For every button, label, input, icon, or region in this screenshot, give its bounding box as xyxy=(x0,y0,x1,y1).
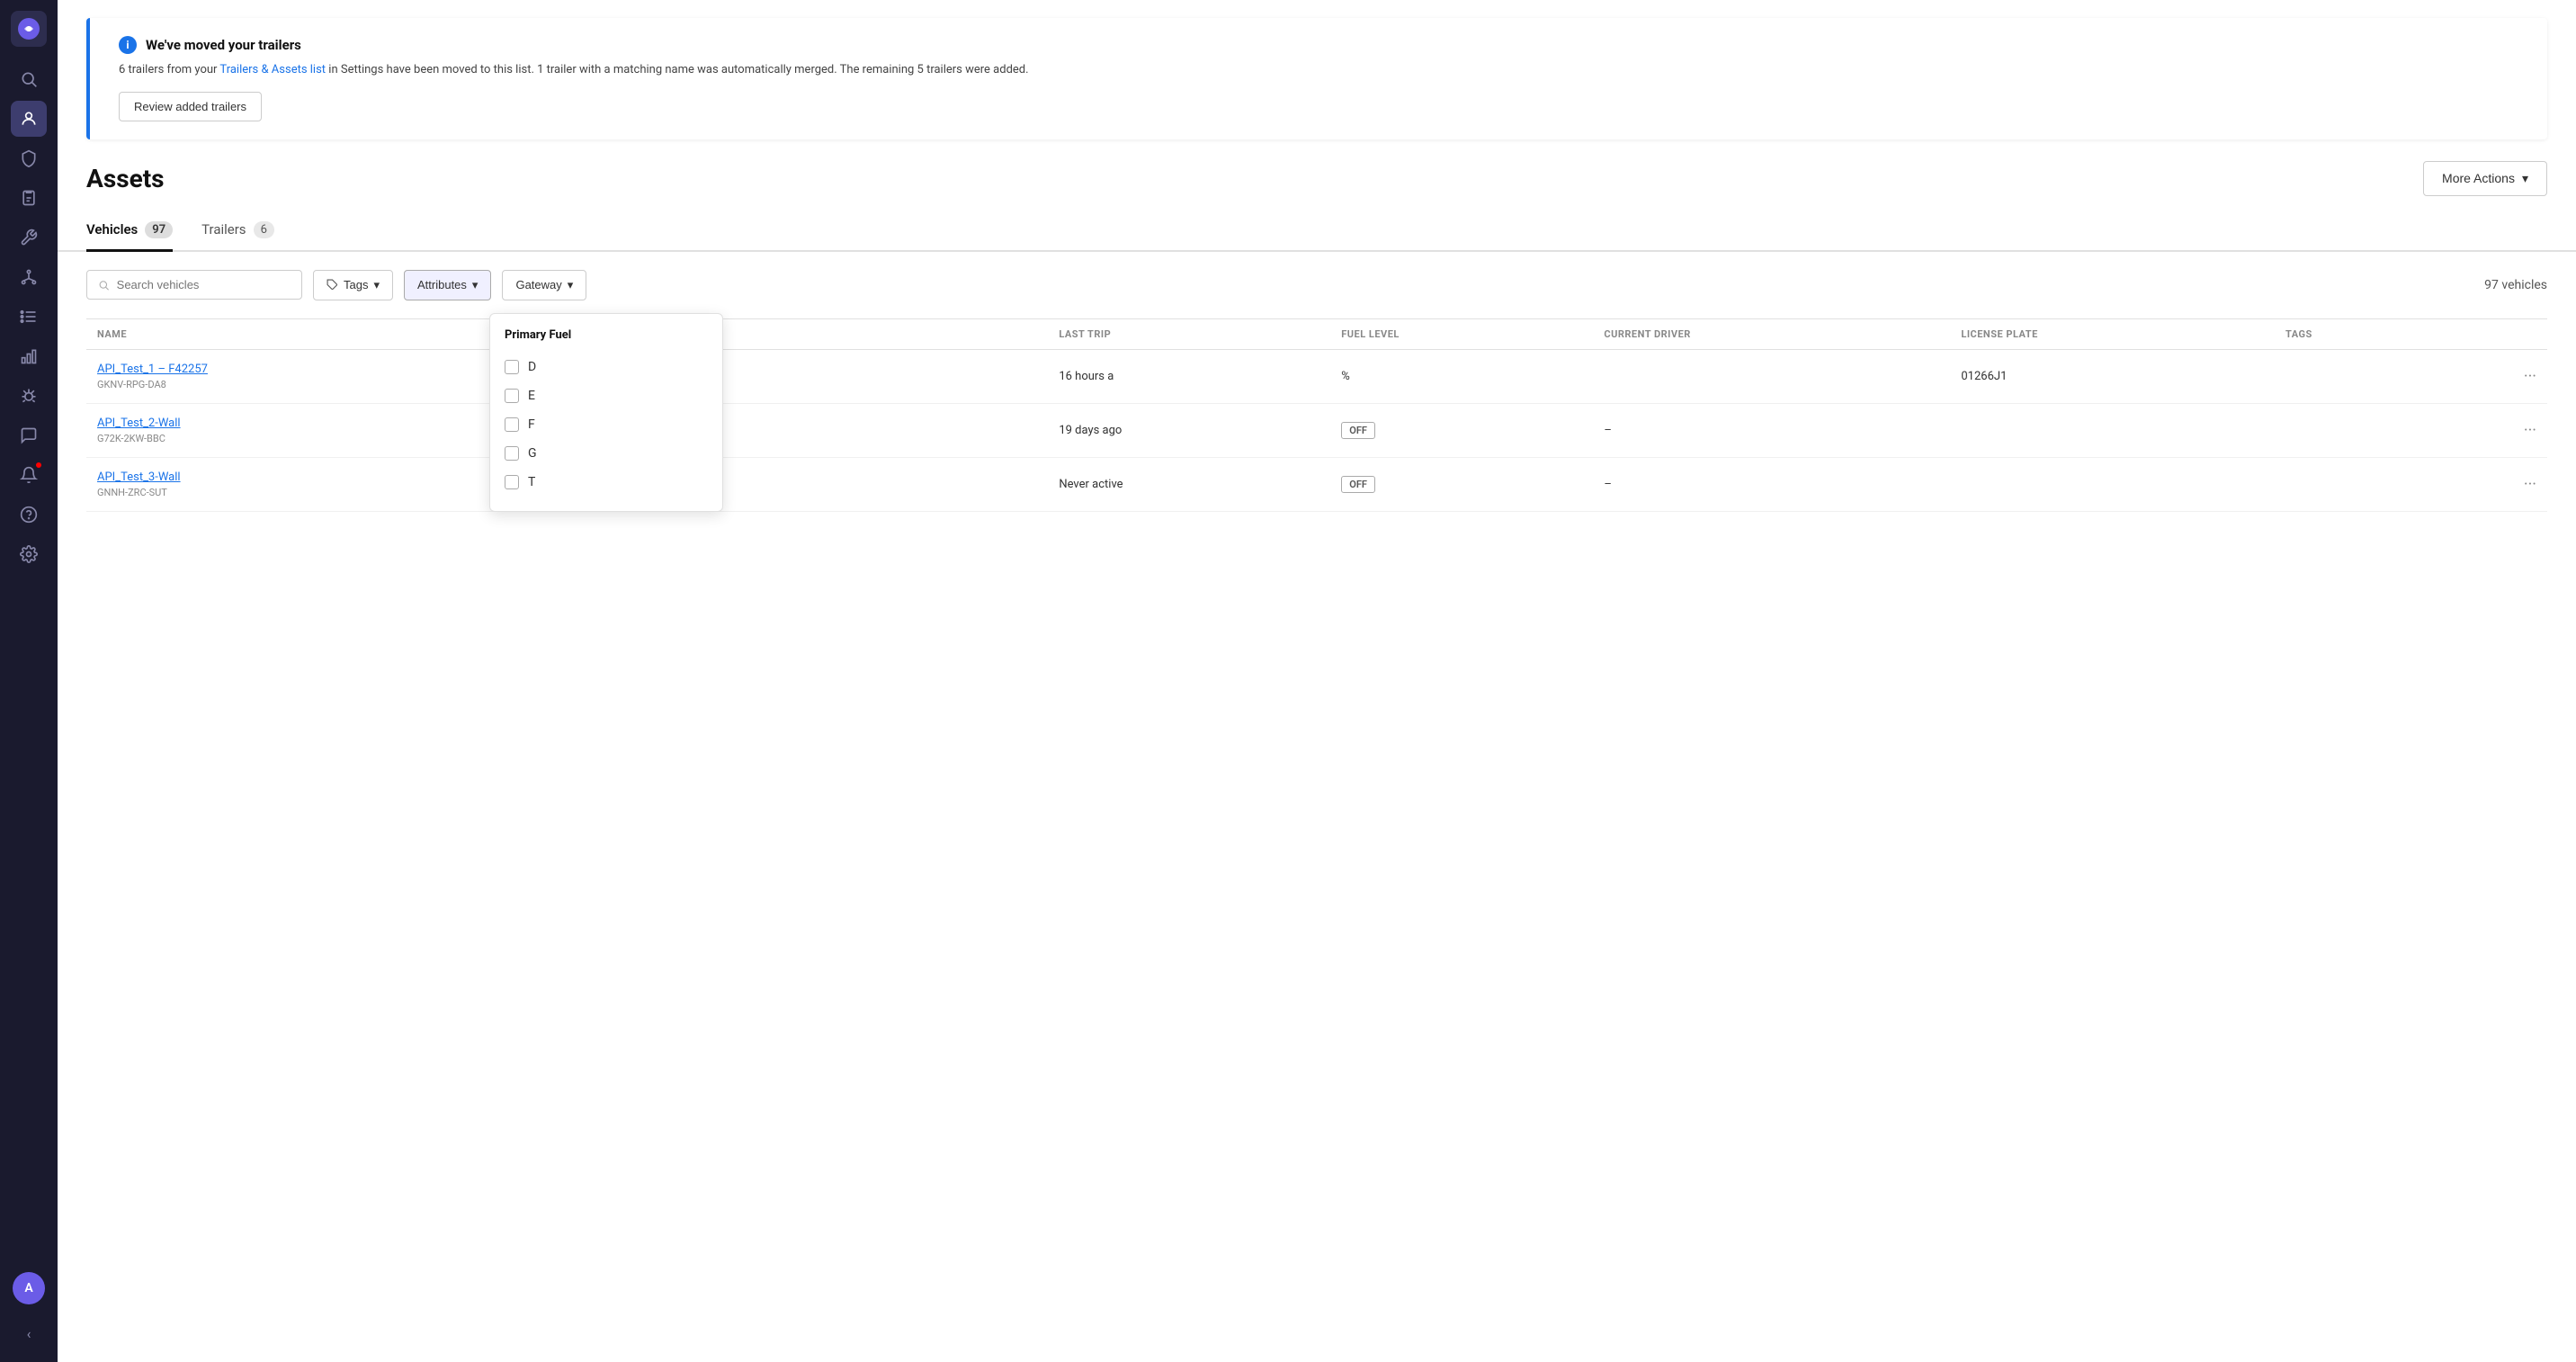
col-current-driver: CURRENT DRIVER xyxy=(1593,318,1950,349)
attributes-chevron-icon: ▾ xyxy=(472,278,479,292)
vehicles-table-container: NAME LOCATION LAST TRIP FUEL LEVEL CURRE… xyxy=(58,318,2576,512)
vehicle-id: G72K-2KW-BBC xyxy=(97,433,511,444)
filters-bar: Tags ▾ Attributes ▾ Gateway ▾ 97 vehicle… xyxy=(58,252,2576,318)
row-actions-cell[interactable]: ··· xyxy=(2434,403,2547,457)
moved-trailers-banner: i We've moved your trailers 6 trailers f… xyxy=(86,18,2547,139)
sidebar-item-clipboard[interactable] xyxy=(11,180,47,216)
sidebar-item-people[interactable] xyxy=(11,101,47,137)
vehicles-count: 97 vehicles xyxy=(2484,278,2547,292)
banner-title: i We've moved your trailers xyxy=(119,36,2518,54)
search-wrap[interactable] xyxy=(86,270,302,300)
status-badge: OFF xyxy=(1341,476,1375,493)
status-badge: OFF xyxy=(1341,422,1375,439)
dropdown-option-e[interactable]: E xyxy=(490,381,722,410)
sidebar-item-bug[interactable] xyxy=(11,378,47,414)
sidebar-item-chart[interactable] xyxy=(11,338,47,374)
trailers-assets-link[interactable]: Trailers & Assets list xyxy=(219,63,326,76)
tags-cell xyxy=(2275,457,2434,511)
page-header: Assets More Actions ▾ xyxy=(58,139,2576,196)
status-cell: OFF xyxy=(1330,457,1593,511)
checkbox-f[interactable] xyxy=(505,417,519,432)
sidebar-item-settings[interactable] xyxy=(11,536,47,572)
col-fuel-level: FUEL LEVEL xyxy=(1330,318,1593,349)
sidebar-item-list[interactable] xyxy=(11,299,47,335)
tab-vehicles-count: 97 xyxy=(145,221,173,238)
tags-filter-button[interactable]: Tags ▾ xyxy=(313,270,393,300)
last-trip-cell: 19 days ago xyxy=(1048,403,1330,457)
tags-chevron-icon: ▾ xyxy=(373,278,380,292)
fuel-level-cell: – xyxy=(1593,403,1950,457)
last-trip-cell: Never active xyxy=(1048,457,1330,511)
search-icon xyxy=(98,279,110,291)
col-last-trip: LAST TRIP xyxy=(1048,318,1330,349)
dropdown-option-f[interactable]: F xyxy=(490,410,722,439)
fuel-level-cell: – xyxy=(1593,457,1950,511)
vehicle-name-cell: API_Test_2-Wall G72K-2KW-BBC xyxy=(86,403,522,457)
sidebar-item-chat[interactable] xyxy=(11,417,47,453)
driver-cell xyxy=(1950,457,2275,511)
checkbox-e[interactable] xyxy=(505,389,519,403)
tabs-bar: Vehicles 97 Trailers 6 xyxy=(58,211,2576,252)
col-license-plate: LICENSE PLATE xyxy=(1950,318,2275,349)
sidebar-collapse-button[interactable]: ‹ xyxy=(11,1315,47,1351)
last-trip-cell: 16 hours a xyxy=(1048,349,1330,403)
col-actions xyxy=(2434,318,2547,349)
main-content: i We've moved your trailers 6 trailers f… xyxy=(58,0,2576,1362)
attributes-filter-button[interactable]: Attributes ▾ xyxy=(404,270,491,300)
info-icon: i xyxy=(119,36,137,54)
vehicle-id: GNNH-ZRC-SUT xyxy=(97,487,511,498)
table-row: API_Test_2-Wall G72K-2KW-BBC San Francis… xyxy=(86,403,2547,457)
status-cell: OFF xyxy=(1330,403,1593,457)
dropdown-option-d[interactable]: D xyxy=(490,353,722,381)
tag-icon xyxy=(326,279,338,291)
vehicle-name-link[interactable]: API_Test_3-Wall xyxy=(97,470,181,484)
vehicle-name-link[interactable]: API_Test_1 – F42257 xyxy=(97,363,208,376)
gateway-filter-button[interactable]: Gateway ▾ xyxy=(502,270,586,300)
row-actions-cell[interactable]: ··· xyxy=(2434,349,2547,403)
license-plate-cell: 01266J1 xyxy=(1950,349,2275,403)
tab-trailers[interactable]: Trailers 6 xyxy=(201,211,274,252)
sidebar-item-bell[interactable] xyxy=(11,457,47,493)
page-title: Assets xyxy=(86,164,165,193)
gateway-chevron-icon: ▾ xyxy=(568,278,574,292)
tab-vehicles[interactable]: Vehicles 97 xyxy=(86,211,173,252)
notification-badge xyxy=(34,461,43,470)
tags-cell xyxy=(2275,403,2434,457)
col-name: NAME xyxy=(86,318,522,349)
sidebar-item-shield[interactable] xyxy=(11,140,47,176)
banner-description: 6 trailers from your Trailers & Assets l… xyxy=(119,61,2518,79)
vehicle-name-cell: API_Test_1 – F42257 GKNV-RPG-DA8 xyxy=(86,349,522,403)
table-row: API_Test_3-Wall GNNH-ZRC-SUT Rancho Cuca… xyxy=(86,457,2547,511)
checkbox-t[interactable] xyxy=(505,475,519,489)
driver-cell xyxy=(1950,403,2275,457)
sidebar: A ‹ xyxy=(0,0,58,1362)
vehicles-table: NAME LOCATION LAST TRIP FUEL LEVEL CURRE… xyxy=(86,318,2547,512)
sidebar-item-help[interactable] xyxy=(11,497,47,533)
dropdown-section-title: Primary Fuel xyxy=(490,328,722,353)
chevron-down-icon: ▾ xyxy=(2522,171,2528,186)
checkbox-g[interactable] xyxy=(505,446,519,461)
dropdown-option-g[interactable]: G xyxy=(490,439,722,468)
review-added-trailers-button[interactable]: Review added trailers xyxy=(119,92,262,121)
dropdown-option-t[interactable]: T xyxy=(490,468,722,497)
vehicle-name-cell: API_Test_3-Wall GNNH-ZRC-SUT xyxy=(86,457,522,511)
checkbox-d[interactable] xyxy=(505,360,519,374)
tags-cell xyxy=(2275,349,2434,403)
more-actions-button[interactable]: More Actions ▾ xyxy=(2423,161,2547,196)
row-actions-cell[interactable]: ··· xyxy=(2434,457,2547,511)
fuel-level-cell: % xyxy=(1330,349,1593,403)
vehicle-id: GKNV-RPG-DA8 xyxy=(97,379,511,390)
sidebar-item-wrench[interactable] xyxy=(11,220,47,255)
sidebar-logo[interactable] xyxy=(11,11,47,47)
sidebar-item-search[interactable] xyxy=(11,61,47,97)
tab-trailers-count: 6 xyxy=(254,221,274,238)
driver-cell xyxy=(1593,349,1950,403)
attributes-dropdown: Primary Fuel D E F G T xyxy=(489,313,723,512)
sidebar-avatar[interactable]: A xyxy=(13,1272,45,1304)
sidebar-item-network[interactable] xyxy=(11,259,47,295)
vehicle-name-link[interactable]: API_Test_2-Wall xyxy=(97,417,181,430)
col-tags: TAGS xyxy=(2275,318,2434,349)
table-row: API_Test_1 – F42257 GKNV-RPG-DA8 Rancho … xyxy=(86,349,2547,403)
search-input[interactable] xyxy=(117,278,291,291)
